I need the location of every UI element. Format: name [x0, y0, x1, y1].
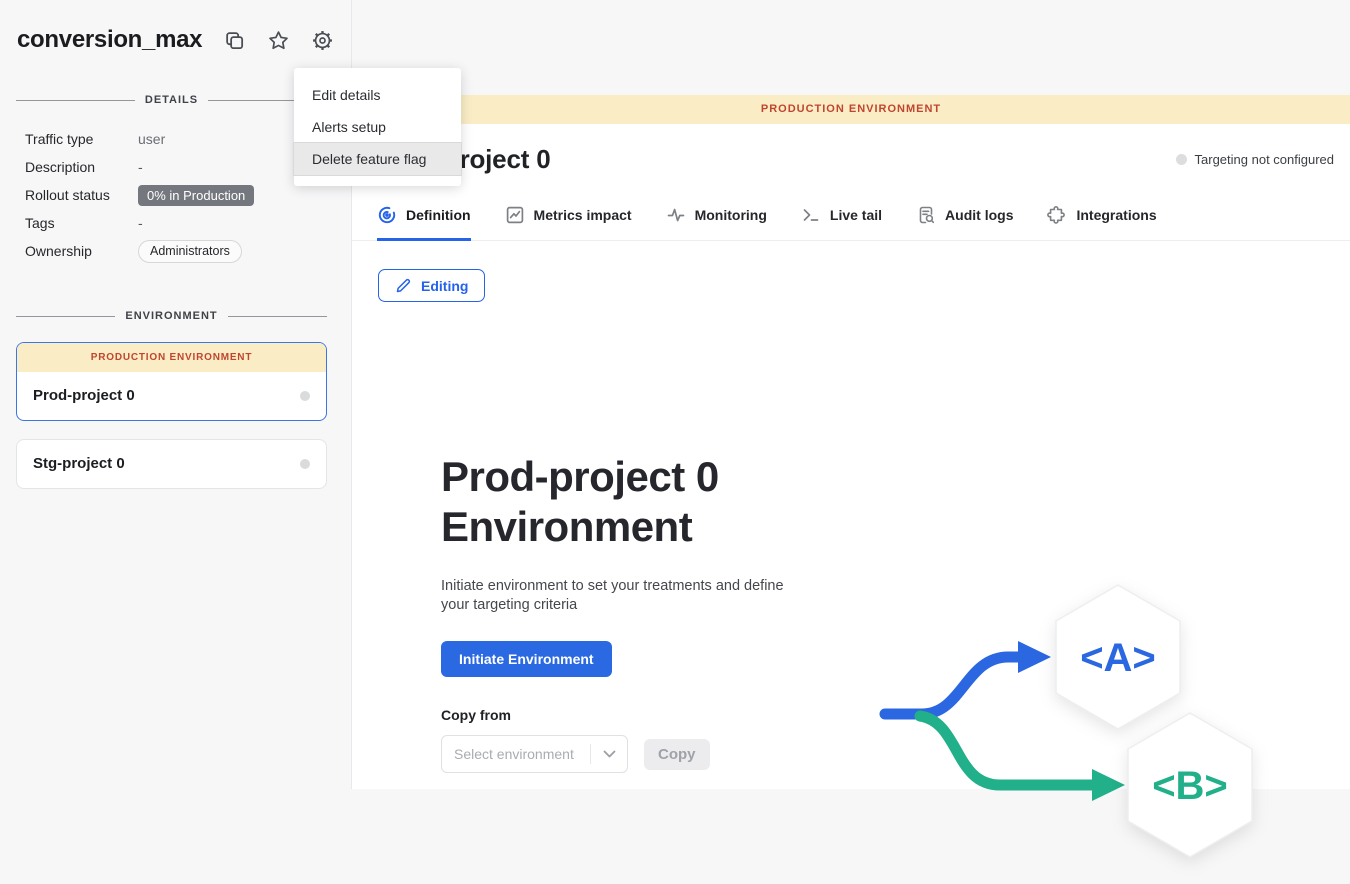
tab-monitoring[interactable]: Monitoring — [666, 205, 767, 241]
environment-card-body: Prod-project 0 — [17, 372, 326, 420]
environment-card-production[interactable]: PRODUCTION ENVIRONMENT Prod-project 0 — [16, 342, 327, 421]
ownership-pill[interactable]: Administrators — [138, 240, 242, 263]
tab-label: Monitoring — [695, 207, 767, 223]
flag-name: conversion_max — [17, 26, 202, 54]
environment-select-placeholder: Select environment — [442, 746, 590, 762]
tab-live-tail[interactable]: Live tail — [801, 205, 882, 241]
definition-target-icon — [377, 205, 397, 225]
tab-label: Live tail — [830, 207, 882, 223]
metrics-chart-icon — [505, 205, 525, 225]
detail-value: user — [138, 131, 165, 147]
environment-card-staging[interactable]: Stg-project 0 — [16, 439, 327, 489]
chevron-down-icon — [591, 750, 627, 759]
copy-from-controls: Select environment Copy — [441, 735, 861, 773]
environment-status-dot — [300, 391, 310, 401]
editing-button-label: Editing — [421, 278, 468, 294]
page-header: Prod-project 0 Targeting not configured — [352, 124, 1350, 175]
environment-heading-line1: Prod-project 0 — [441, 452, 861, 502]
environment-heading: Prod-project 0 Environment — [441, 452, 861, 551]
star-icon[interactable] — [266, 28, 290, 52]
variant-b-label: <B> — [1152, 764, 1228, 808]
tab-label: Integrations — [1076, 207, 1156, 223]
detail-row-tags: Tags - — [25, 210, 327, 236]
environment-status-dot — [300, 459, 310, 469]
tab-bar: Definition Metrics impact — [352, 205, 1350, 241]
integrations-puzzle-icon — [1047, 205, 1067, 225]
hexagon-b: <B> — [1128, 713, 1252, 857]
environment-select[interactable]: Select environment — [441, 735, 628, 773]
detail-row-description: Description - — [25, 154, 327, 180]
detail-label: Traffic type — [25, 131, 138, 147]
detail-label: Description — [25, 159, 138, 175]
production-environment-label: PRODUCTION ENVIRONMENT — [17, 343, 326, 372]
feature-flag-page: conversion_max — [0, 0, 1350, 789]
flag-settings-menu: Edit details Alerts setup Delete feature… — [294, 68, 461, 186]
divider-line — [16, 100, 135, 101]
monitoring-pulse-icon — [666, 205, 686, 225]
editing-button[interactable]: Editing — [378, 269, 485, 302]
environment-setup-section: Prod-project 0 Environment Initiate envi… — [441, 452, 861, 773]
detail-label: Tags — [25, 215, 138, 231]
main-panel: PRODUCTION ENVIRONMENT Prod-project 0 Ta… — [352, 0, 1350, 789]
production-environment-banner: PRODUCTION ENVIRONMENT — [352, 95, 1350, 124]
environment-section-title: ENVIRONMENT — [125, 310, 217, 322]
tab-definition[interactable]: Definition — [377, 205, 471, 241]
detail-label: Rollout status — [25, 187, 138, 203]
detail-value: - — [138, 159, 143, 175]
targeting-status-dot — [1176, 154, 1187, 165]
tab-audit-logs[interactable]: Audit logs — [916, 205, 1013, 241]
duplicate-icon[interactable] — [222, 28, 246, 52]
copy-button[interactable]: Copy — [644, 739, 710, 770]
details-section-title: DETAILS — [145, 94, 198, 106]
hexagon-a: <A> — [1056, 585, 1180, 729]
environment-name: Prod-project 0 — [33, 387, 135, 404]
tab-label: Audit logs — [945, 207, 1013, 223]
initiate-environment-button[interactable]: Initiate Environment — [441, 641, 612, 677]
environment-name: Stg-project 0 — [33, 455, 125, 472]
detail-value: - — [138, 215, 143, 231]
menu-item-alerts-setup[interactable]: Alerts setup — [294, 111, 461, 143]
detail-row-rollout-status: Rollout status 0% in Production — [25, 182, 327, 208]
detail-label: Ownership — [25, 243, 138, 259]
detail-row-traffic-type: Traffic type user — [25, 126, 327, 152]
pencil-icon — [395, 277, 412, 294]
ab-split-illustration: <A> <B> — [870, 569, 1270, 879]
divider-line — [228, 316, 327, 317]
tab-integrations[interactable]: Integrations — [1047, 205, 1156, 241]
tab-metrics-impact[interactable]: Metrics impact — [505, 205, 632, 241]
tab-label: Metrics impact — [534, 207, 632, 223]
flag-header: conversion_max — [0, 0, 351, 54]
environment-heading-line2: Environment — [441, 502, 861, 552]
gear-icon[interactable] — [310, 28, 334, 52]
environment-card-body: Stg-project 0 — [17, 440, 326, 488]
environment-description: Initiate environment to set your treatme… — [441, 577, 811, 615]
main-content: Prod-project 0 Targeting not configured — [352, 124, 1350, 789]
details-rows: Traffic type user Description - Rollout … — [25, 126, 327, 264]
targeting-status: Targeting not configured — [1176, 152, 1334, 167]
auditlogs-document-search-icon — [916, 205, 936, 225]
divider-line — [16, 316, 115, 317]
menu-item-edit-details[interactable]: Edit details — [294, 79, 461, 111]
copy-from-label: Copy from — [441, 707, 861, 723]
details-section-header: DETAILS — [16, 94, 327, 106]
environment-section-header: ENVIRONMENT — [16, 310, 327, 322]
menu-item-delete-feature-flag[interactable]: Delete feature flag — [294, 143, 461, 175]
variant-a-label: <A> — [1080, 636, 1156, 680]
tab-label: Definition — [406, 207, 471, 223]
targeting-status-text: Targeting not configured — [1195, 152, 1334, 167]
detail-row-ownership: Ownership Administrators — [25, 238, 327, 264]
livetail-terminal-icon — [801, 205, 821, 225]
rollout-status-badge: 0% in Production — [138, 185, 254, 206]
